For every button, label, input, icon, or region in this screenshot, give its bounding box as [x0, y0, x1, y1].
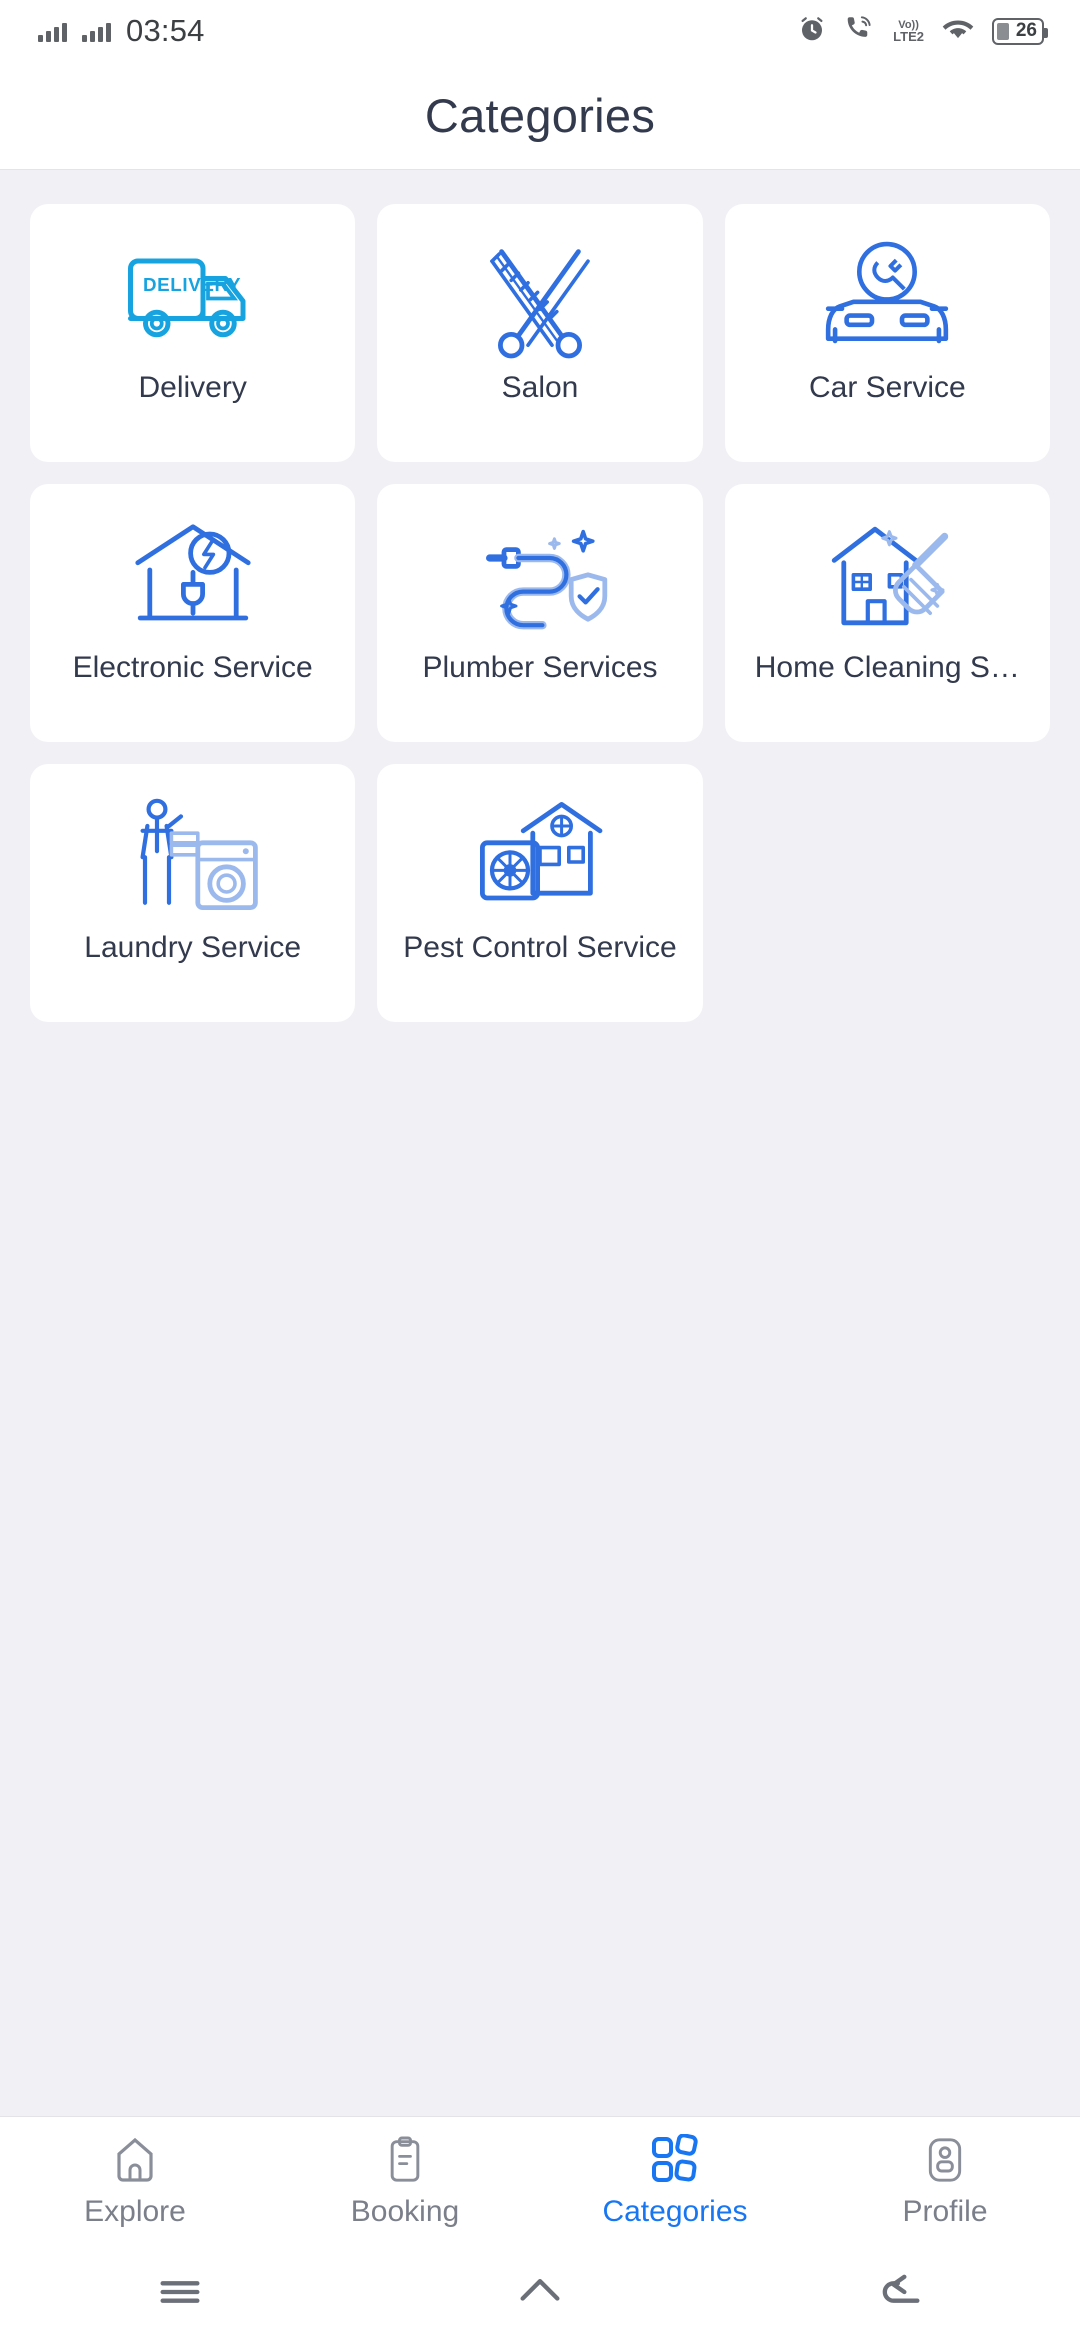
tab-profile[interactable]: Profile — [810, 2132, 1080, 2229]
tab-label: Booking — [350, 2195, 460, 2228]
category-card-pest-control[interactable]: Pest Control Service — [377, 764, 703, 1022]
home-button[interactable] — [360, 2266, 720, 2318]
recents-button[interactable] — [0, 2266, 360, 2318]
category-card-salon[interactable]: Salon — [377, 204, 703, 462]
category-label: Laundry Service — [84, 931, 302, 964]
pest-house-icon — [465, 790, 615, 922]
signal-bars-sim1-icon — [38, 20, 67, 42]
phone-screen: 03:54 Vo)) LTE2 26 Categories DELIVERY D… — [0, 0, 1080, 2340]
status-clock: 03:54 — [126, 13, 205, 48]
category-card-delivery[interactable]: DELIVERY Delivery — [30, 204, 356, 462]
category-card-laundry[interactable]: Laundry Service — [30, 764, 356, 1022]
tab-label: Explore — [84, 2195, 186, 2228]
battery-icon: 26 — [992, 17, 1048, 45]
tab-categories[interactable]: Categories — [540, 2132, 810, 2229]
categories-grid: DELIVERY Delivery Salon Car Service Elec… — [30, 204, 1050, 1022]
alarm-clock-icon — [797, 14, 827, 49]
home-icon — [107, 2132, 163, 2188]
signal-bars-sim2-icon — [82, 20, 111, 42]
scissors-comb-icon — [465, 230, 615, 362]
tab-label: Categories — [602, 2195, 748, 2228]
delivery-truck-icon: DELIVERY — [118, 230, 268, 362]
categories-content: DELIVERY Delivery Salon Car Service Elec… — [0, 170, 1080, 2116]
status-bar-left: 03:54 — [38, 13, 205, 49]
tab-explore[interactable]: Explore — [0, 2132, 270, 2229]
house-broom-icon — [812, 510, 962, 642]
car-repair-icon — [812, 230, 962, 362]
category-label: Car Service — [808, 371, 966, 404]
category-card-car-service[interactable]: Car Service — [724, 204, 1050, 462]
status-bar: 03:54 Vo)) LTE2 26 — [0, 0, 1080, 62]
app-bar: Categories — [0, 62, 1080, 170]
android-nav-bar — [0, 2244, 1080, 2340]
category-label: Home Cleaning S… — [754, 651, 1020, 684]
bottom-tab-bar: Explore Booking Categories Profile — [0, 2116, 1080, 2244]
page-title: Categories — [424, 89, 656, 142]
washing-machine-icon — [118, 790, 268, 922]
volte-icon: Vo)) LTE2 — [893, 19, 924, 44]
category-label: Delivery — [138, 371, 247, 404]
grid-blocks-icon — [647, 2132, 703, 2188]
category-card-plumber[interactable]: Plumber Services — [377, 484, 703, 742]
category-card-electronic[interactable]: Electronic Service — [30, 484, 356, 742]
category-card-home-cleaning[interactable]: Home Cleaning S… — [724, 484, 1050, 742]
person-icon — [917, 2132, 973, 2188]
wifi-calling-icon — [844, 14, 876, 49]
tab-label: Profile — [902, 2195, 988, 2228]
clipboard-icon — [377, 2132, 433, 2188]
tab-booking[interactable]: Booking — [270, 2132, 540, 2229]
wifi-icon — [941, 15, 975, 48]
category-label: Pest Control Service — [403, 931, 677, 964]
pipe-wrench-icon — [465, 510, 615, 642]
svg-text:DELIVERY: DELIVERY — [143, 274, 241, 295]
status-bar-right: Vo)) LTE2 26 — [797, 14, 1048, 49]
electric-home-icon — [118, 510, 268, 642]
category-label: Salon — [501, 371, 579, 404]
back-button[interactable] — [720, 2266, 1080, 2318]
category-label: Electronic Service — [72, 651, 313, 684]
category-label: Plumber Services — [422, 651, 658, 684]
